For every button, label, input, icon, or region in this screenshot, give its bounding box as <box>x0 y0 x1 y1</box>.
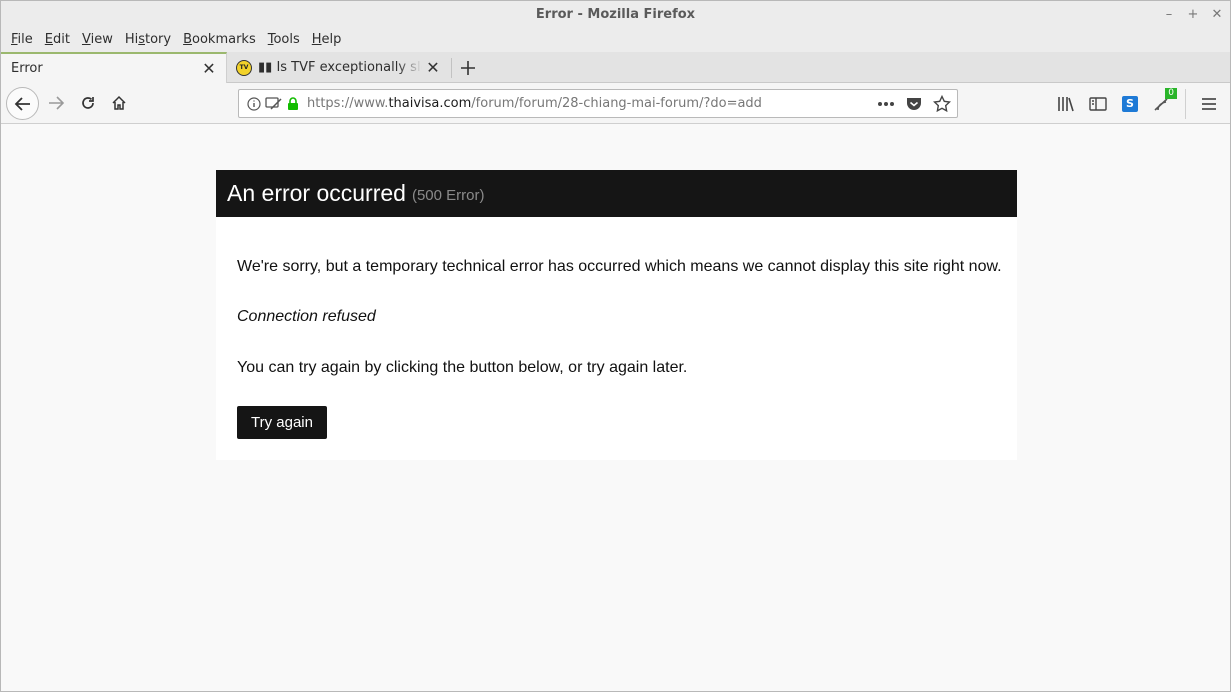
back-button[interactable] <box>6 87 39 120</box>
menu-file[interactable]: File <box>5 30 39 50</box>
plus-icon <box>461 61 475 75</box>
reload-button[interactable] <box>73 88 103 118</box>
menu-tools[interactable]: Tools <box>262 30 306 50</box>
toolbar-divider <box>1185 88 1186 119</box>
page-actions-icon[interactable] <box>877 101 895 107</box>
sidebar-icon <box>1089 96 1107 111</box>
navigation-toolbar: https://www.thaivisa.com/forum/forum/28-… <box>1 83 1230 124</box>
minimize-button[interactable]: – <box>1162 7 1176 22</box>
menu-help[interactable]: Help <box>306 30 348 50</box>
forward-button[interactable] <box>41 88 71 118</box>
arrow-right-icon <box>49 96 65 110</box>
toolbar-right: S 0 <box>1053 83 1222 124</box>
try-again-button[interactable]: Try again <box>237 406 327 439</box>
tab-tvf[interactable]: TV ▮▮ Is TVF exceptionally slow today? ✕ <box>228 52 450 83</box>
library-button[interactable] <box>1053 91 1079 117</box>
close-tab-icon[interactable]: ✕ <box>198 58 220 80</box>
close-tab-icon[interactable]: ✕ <box>422 57 444 79</box>
title-bar: Error - Mozilla Firefox – + ✕ <box>1 1 1230 28</box>
tab-label: ▮▮ Is TVF exceptionally slow today? <box>258 60 422 75</box>
extension-button[interactable]: 0 <box>1149 87 1177 117</box>
error-code: (500 Error) <box>411 187 485 204</box>
error-detail: Connection refused <box>237 308 376 325</box>
reload-icon <box>82 97 94 109</box>
browser-window: Error - Mozilla Firefox – + ✕ File Edit … <box>0 0 1231 692</box>
window-title: Error - Mozilla Firefox <box>535 7 696 22</box>
extension-badge: 0 <box>1165 87 1177 99</box>
tab-error[interactable]: Error ✕ <box>1 52 227 83</box>
error-panel: An error occurred (500 Error) We're sorr… <box>216 170 1017 460</box>
skype-icon: S <box>1122 95 1138 112</box>
menu-bar: File Edit View History Bookmarks Tools H… <box>1 28 1230 52</box>
error-title: An error occurred <box>227 180 406 206</box>
menu-bookmarks[interactable]: Bookmarks <box>177 30 262 50</box>
bookmark-star-icon[interactable] <box>933 94 951 113</box>
maximize-button[interactable]: + <box>1186 7 1200 22</box>
error-hint: You can try again by clicking the button… <box>237 359 688 376</box>
close-window-button[interactable]: ✕ <box>1210 7 1224 22</box>
tab-strip: Error ✕ TV ▮▮ Is TVF exceptionally slow … <box>1 52 1230 83</box>
new-tab-button[interactable] <box>455 55 481 81</box>
info-icon[interactable] <box>247 96 261 111</box>
menu-edit[interactable]: Edit <box>39 30 76 50</box>
home-icon <box>112 95 126 110</box>
window-controls: – + ✕ <box>1162 1 1224 28</box>
skype-extension-button[interactable]: S <box>1117 91 1143 117</box>
thaivisa-favicon-icon: TV <box>236 59 252 76</box>
menu-view[interactable]: View <box>76 30 119 50</box>
error-header: An error occurred (500 Error) <box>216 170 1017 217</box>
pocket-icon[interactable] <box>905 96 923 112</box>
page-content: An error occurred (500 Error) We're sorr… <box>1 124 1230 691</box>
tracking-permissions-icon[interactable] <box>265 96 283 111</box>
url-bar[interactable]: https://www.thaivisa.com/forum/forum/28-… <box>238 89 958 118</box>
arrow-left-icon <box>14 96 30 111</box>
home-button[interactable] <box>104 88 134 118</box>
lock-icon[interactable] <box>287 96 299 111</box>
tab-divider <box>451 58 452 78</box>
error-message: We're sorry, but a temporary technical e… <box>237 258 1002 275</box>
menu-history[interactable]: History <box>119 30 177 50</box>
library-icon <box>1058 96 1074 111</box>
hamburger-icon <box>1202 97 1216 110</box>
sidebar-button[interactable] <box>1085 91 1111 117</box>
url-text[interactable]: https://www.thaivisa.com/forum/forum/28-… <box>307 96 877 111</box>
menu-button[interactable] <box>1196 91 1222 117</box>
tab-label: Error <box>11 61 43 76</box>
